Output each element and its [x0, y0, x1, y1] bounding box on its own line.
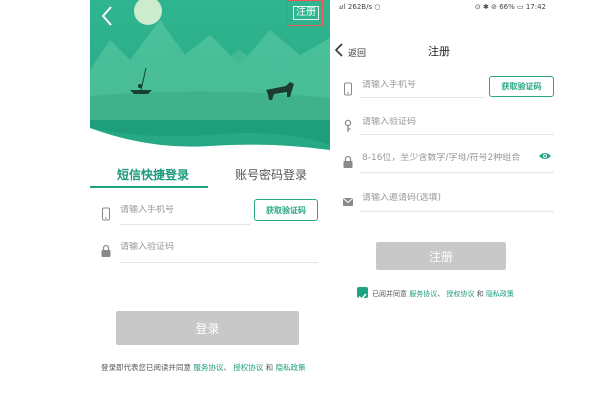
reg-code-input[interactable] — [362, 117, 542, 127]
lock-icon — [101, 244, 111, 257]
register-button[interactable]: 注册 — [376, 242, 506, 270]
privacy-policy-link[interactable]: 隐私政策 — [276, 363, 306, 372]
status-bar-left: ₄ıl 262B/s ○ — [339, 3, 381, 11]
service-agreement-link[interactable]: 服务协议 — [193, 363, 223, 372]
reg-get-code-button[interactable]: 获取验证码 — [489, 76, 554, 97]
status-bar: ₄ıl 262B/s ○ ⊙ ✱ ⊘ 66% ▭ 17:42 — [330, 0, 570, 14]
phone-underline — [120, 224, 250, 225]
lock-icon — [343, 155, 353, 168]
register-link-label: 注册 — [293, 6, 319, 20]
register-screen: ₄ıl 262B/s ○ ⊙ ✱ ⊘ 66% ▭ 17:42 返回 注册 获取验… — [330, 0, 570, 402]
code-row — [100, 240, 310, 262]
register-link[interactable]: 注册 — [287, 0, 323, 26]
envelope-icon — [343, 198, 353, 206]
reg-phone-underline — [360, 97, 485, 98]
authorization-agreement-link[interactable]: 授权协议 — [233, 363, 263, 372]
agree-checkbox[interactable] — [357, 287, 368, 301]
code-underline — [120, 262, 318, 263]
sms-login-screen: 注册 短信快捷登录 账号密码登录 获取验证码 登录 登录即代表您已阅读并同意 服… — [85, 0, 330, 402]
privacy-policy-link[interactable]: 隐私政策 — [486, 290, 514, 298]
login-tabs: 短信快捷登录 账号密码登录 — [85, 160, 330, 190]
page-title: 注册 — [428, 45, 450, 58]
agreement-prefix: 已阅并同意 — [372, 290, 407, 298]
register-agreement: 已阅并同意 服务协议、 授权协议 和 隐私政策 — [372, 289, 514, 299]
eye-icon[interactable] — [538, 151, 552, 161]
agreement-separator: 、 — [223, 363, 231, 372]
service-agreement-link[interactable]: 服务协议 — [409, 290, 437, 298]
back-arrow-icon[interactable] — [98, 4, 118, 28]
back-arrow-icon[interactable] — [334, 42, 344, 58]
agreement-prefix: 登录即代表您已阅读并同意 — [101, 363, 191, 372]
reg-invite-row — [342, 191, 552, 213]
code-input[interactable] — [120, 242, 300, 252]
agreement-separator: 、 — [437, 290, 445, 298]
reg-password-underline — [360, 172, 554, 173]
reg-code-underline — [360, 134, 554, 135]
phone-icon — [344, 82, 352, 96]
authorization-agreement-link[interactable]: 授权协议 — [446, 290, 474, 298]
tab-sms-login[interactable]: 短信快捷登录 — [117, 166, 189, 183]
key-icon — [344, 119, 352, 132]
nav-bar: 返回 注册 — [330, 40, 570, 62]
login-agreement: 登录即代表您已阅读并同意 服务协议、 授权协议 和 隐私政策 — [101, 362, 306, 373]
reg-phone-input[interactable] — [362, 80, 482, 90]
phone-input[interactable] — [120, 205, 245, 215]
status-bar-right: ⊙ ✱ ⊘ 66% ▭ 17:42 — [474, 3, 546, 11]
get-code-button[interactable]: 获取验证码 — [254, 199, 318, 221]
phone-icon — [102, 207, 110, 221]
reg-invite-underline — [360, 211, 554, 212]
reg-invite-input[interactable] — [362, 193, 542, 203]
phone-row — [100, 203, 250, 225]
login-button[interactable]: 登录 — [116, 311, 299, 345]
agreement-and: 和 — [265, 363, 274, 372]
check-icon — [358, 293, 367, 301]
back-button[interactable]: 返回 — [348, 46, 366, 59]
reg-password-row — [342, 151, 542, 173]
tab-password-login[interactable]: 账号密码登录 — [235, 166, 307, 183]
agreement-and: 和 — [476, 290, 484, 298]
active-tab-indicator — [90, 186, 208, 188]
reg-password-input[interactable] — [362, 153, 537, 163]
